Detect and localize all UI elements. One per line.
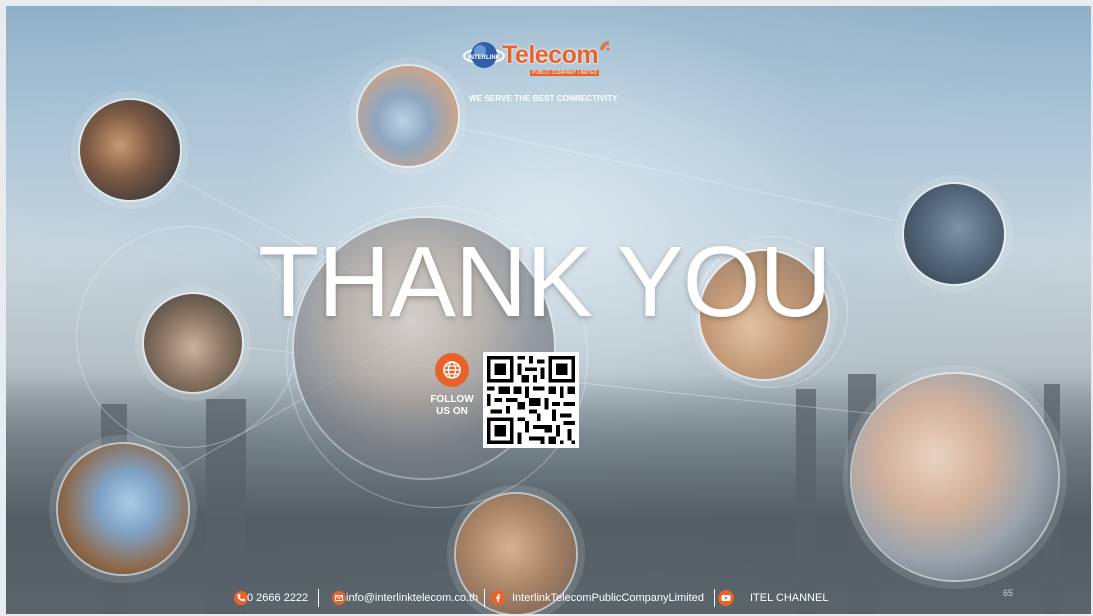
follow-label: FOLLOW US ON xyxy=(428,394,476,418)
facebook-link[interactable]: InterlinkTelecomPublicCompanyLimited xyxy=(512,592,704,604)
page-number: 65 xyxy=(1003,588,1014,598)
building xyxy=(796,389,816,614)
photo-bubble xyxy=(904,184,1004,284)
facebook-icon xyxy=(491,591,505,605)
follow-label-line2: US ON xyxy=(436,406,468,417)
phone-number[interactable]: 0 2666 2222 xyxy=(247,592,308,604)
divider xyxy=(484,589,485,607)
logo-wordmark: Telecom xyxy=(502,40,599,69)
tagline: WE SERVE THE BEST CONNECTIVITY xyxy=(469,94,618,103)
youtube-link[interactable]: ITEL CHANNEL xyxy=(750,592,828,604)
page-title: THANK YOU xyxy=(258,226,832,338)
photo-bubble xyxy=(80,100,180,200)
signal-icon xyxy=(599,39,611,57)
photo-bubble xyxy=(58,444,188,574)
company-logo: INTERLINK Telecom xyxy=(462,38,611,72)
network-line xyxy=(405,116,896,221)
email-link[interactable]: info@interlinktelecom.co.th xyxy=(346,592,478,604)
footer-contact-bar: 0 2666 2222 info@interlinktelecom.co.th … xyxy=(0,583,1093,613)
photo-bubble xyxy=(852,374,1058,580)
logo-subtitle: PUBLIC COMPANY LIMITED xyxy=(530,70,600,76)
divider xyxy=(714,589,715,607)
svg-text:INTERLINK: INTERLINK xyxy=(468,55,501,61)
photo-bubble xyxy=(358,66,458,166)
globe-logo-icon: INTERLINK xyxy=(462,38,505,72)
globe-icon[interactable] xyxy=(435,353,469,387)
photo-bubble xyxy=(144,294,242,392)
phone-icon xyxy=(234,591,248,605)
follow-label-line1: FOLLOW xyxy=(430,394,474,405)
youtube-icon xyxy=(718,590,734,606)
email-icon xyxy=(332,591,346,605)
qr-code[interactable] xyxy=(483,352,579,448)
divider xyxy=(318,589,319,607)
